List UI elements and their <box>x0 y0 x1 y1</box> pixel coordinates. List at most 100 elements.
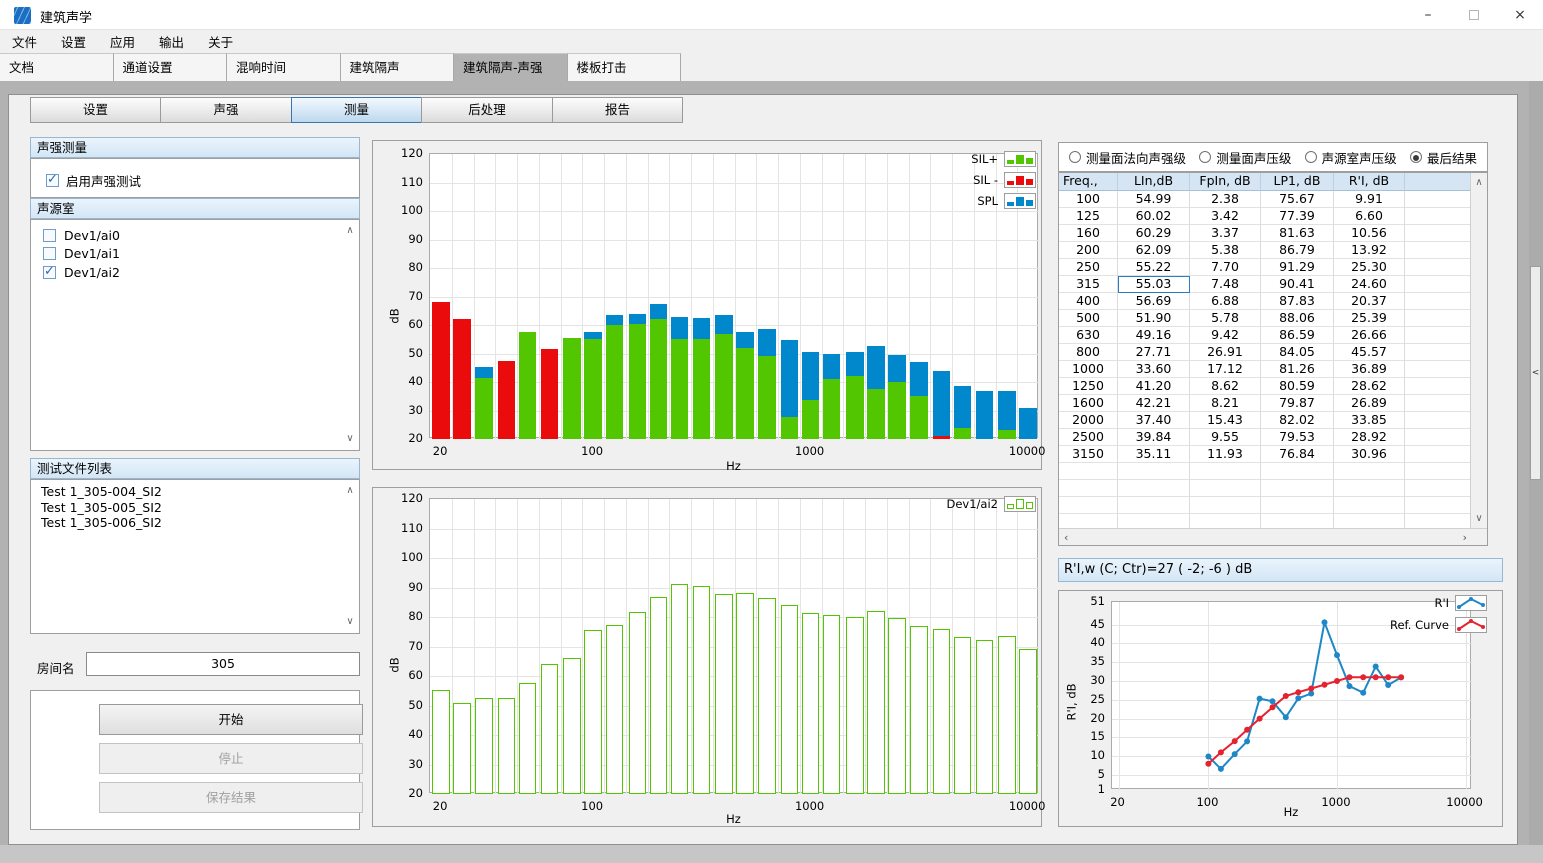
table-cell[interactable]: 13.92 <box>1334 242 1405 259</box>
table-cell[interactable]: 80.59 <box>1261 378 1334 395</box>
table-cell[interactable]: 26.91 <box>1190 344 1261 361</box>
table-cell[interactable]: 9.55 <box>1190 429 1261 446</box>
table-cell[interactable]: 33.85 <box>1334 412 1405 429</box>
result-view-radio[interactable]: 最后结果 <box>1410 148 1477 167</box>
table-cell[interactable]: 24.60 <box>1334 276 1405 293</box>
table-cell[interactable] <box>1118 497 1190 514</box>
table-cell[interactable]: 25.30 <box>1334 259 1405 276</box>
table-cell[interactable]: 200 <box>1059 242 1118 259</box>
table-cell[interactable]: 77.39 <box>1261 208 1334 225</box>
table-cell[interactable]: 54.99 <box>1118 191 1190 208</box>
radio-icon[interactable] <box>1305 151 1317 163</box>
test-file-row[interactable]: Test 1_305-006_SI2 <box>31 515 359 531</box>
tab-building-insulation[interactable]: 建筑隔声 <box>341 53 455 81</box>
table-cell[interactable]: 630 <box>1059 327 1118 344</box>
table-cell[interactable] <box>1405 429 1471 446</box>
table-cell[interactable]: 20.37 <box>1334 293 1405 310</box>
table-cell[interactable] <box>1059 497 1118 514</box>
scroll-down-icon[interactable]: ∨ <box>1472 512 1486 526</box>
table-cell[interactable]: 79.87 <box>1261 395 1334 412</box>
table-cell[interactable] <box>1405 446 1471 463</box>
table-cell[interactable]: 35.11 <box>1118 446 1190 463</box>
table-cell[interactable]: 6.88 <box>1190 293 1261 310</box>
table-row[interactable]: 125041.208.6280.5928.62 <box>1059 378 1471 395</box>
radio-icon[interactable] <box>1199 151 1211 163</box>
table-row[interactable]: 10054.992.3875.679.91 <box>1059 191 1471 208</box>
radio-icon[interactable] <box>1410 151 1422 163</box>
table-cell[interactable]: 10.56 <box>1334 225 1405 242</box>
table-row[interactable]: 160042.218.2179.8726.89 <box>1059 395 1471 412</box>
table-row[interactable]: 31555.037.4890.4124.60 <box>1059 276 1471 293</box>
close-button[interactable]: × <box>1497 0 1543 30</box>
table-cell[interactable] <box>1405 259 1471 276</box>
table-cell[interactable]: 25.39 <box>1334 310 1405 327</box>
legend-series-icon[interactable] <box>1455 617 1487 633</box>
table-row[interactable]: 100033.6017.1281.2636.89 <box>1059 361 1471 378</box>
table-cell[interactable] <box>1405 242 1471 259</box>
tab-floor-impact[interactable]: 楼板打击 <box>568 53 682 81</box>
table-cell[interactable] <box>1405 276 1471 293</box>
device-row[interactable]: Dev1/ai0 <box>31 226 359 245</box>
device-row[interactable]: Dev1/ai1 <box>31 245 359 264</box>
device-row[interactable]: Dev1/ai2 <box>31 263 359 282</box>
radio-icon[interactable] <box>1069 151 1081 163</box>
menu-settings[interactable]: 设置 <box>49 32 98 51</box>
table-cell[interactable]: 1600 <box>1059 395 1118 412</box>
table-cell[interactable] <box>1405 191 1471 208</box>
table-cell[interactable] <box>1405 208 1471 225</box>
legend-series-icon[interactable] <box>1004 193 1036 209</box>
table-cell[interactable]: 11.93 <box>1190 446 1261 463</box>
table-cell[interactable]: 42.21 <box>1118 395 1190 412</box>
table-cell[interactable]: 2500 <box>1059 429 1118 446</box>
scroll-up-icon[interactable]: ∧ <box>1472 176 1486 190</box>
table-cell[interactable]: 800 <box>1059 344 1118 361</box>
table-row[interactable] <box>1059 463 1471 480</box>
table-cell[interactable] <box>1405 463 1471 480</box>
table-cell[interactable] <box>1059 463 1118 480</box>
table-cell[interactable]: 87.83 <box>1261 293 1334 310</box>
table-cell[interactable] <box>1405 344 1471 361</box>
table-cell[interactable] <box>1405 293 1471 310</box>
table-cell[interactable]: 76.84 <box>1261 446 1334 463</box>
scroll-down-icon[interactable]: ∨ <box>343 615 357 629</box>
device-listbox[interactable]: Dev1/ai0Dev1/ai1Dev1/ai2 ∧ ∨ <box>30 219 360 451</box>
menu-output[interactable]: 输出 <box>147 32 196 51</box>
table-cell[interactable]: 5.78 <box>1190 310 1261 327</box>
result-view-radio[interactable]: 测量面法向声强级 <box>1069 148 1186 167</box>
room-name-input[interactable]: 305 <box>86 652 360 676</box>
table-cell[interactable]: 30.96 <box>1334 446 1405 463</box>
test-file-row[interactable]: Test 1_305-004_SI2 <box>31 484 359 500</box>
table-row[interactable]: 12560.023.4277.396.60 <box>1059 208 1471 225</box>
table-cell[interactable]: 100 <box>1059 191 1118 208</box>
table-cell[interactable]: 1000 <box>1059 361 1118 378</box>
table-cell[interactable]: 75.67 <box>1261 191 1334 208</box>
table-row[interactable]: 63049.169.4286.5926.66 <box>1059 327 1471 344</box>
table-row[interactable]: 80027.7126.9184.0545.57 <box>1059 344 1471 361</box>
checkbox-icon[interactable] <box>46 174 59 187</box>
table-cell[interactable] <box>1405 480 1471 497</box>
table-cell[interactable]: 26.89 <box>1334 395 1405 412</box>
save-results-button[interactable]: 保存结果 <box>99 782 363 813</box>
table-cell[interactable]: 6.60 <box>1334 208 1405 225</box>
legend-series-icon[interactable] <box>1455 595 1487 611</box>
table-row[interactable]: 25055.227.7091.2925.30 <box>1059 259 1471 276</box>
device-checkbox[interactable] <box>43 229 56 242</box>
table-cell[interactable]: 62.09 <box>1118 242 1190 259</box>
table-cell[interactable]: 49.16 <box>1118 327 1190 344</box>
table-cell[interactable]: 3.37 <box>1190 225 1261 242</box>
table-cell[interactable] <box>1405 327 1471 344</box>
scroll-right-icon[interactable]: › <box>1463 531 1467 544</box>
table-cell[interactable]: 86.59 <box>1261 327 1334 344</box>
scroll-left-icon[interactable]: ‹ <box>1064 531 1068 544</box>
device-checkbox[interactable] <box>43 266 56 279</box>
table-cell[interactable]: 37.40 <box>1118 412 1190 429</box>
subtab-postprocess[interactable]: 后处理 <box>421 97 553 123</box>
table-cell[interactable] <box>1190 480 1261 497</box>
table-cell[interactable]: 41.20 <box>1118 378 1190 395</box>
table-vertical-scrollbar[interactable]: ∧ ∨ <box>1470 173 1487 529</box>
table-cell[interactable] <box>1261 497 1334 514</box>
stop-button[interactable]: 停止 <box>99 743 363 774</box>
table-cell[interactable]: 8.62 <box>1190 378 1261 395</box>
table-cell[interactable]: 5.38 <box>1190 242 1261 259</box>
tab-building-insulation-intensity[interactable]: 建筑隔声-声强 <box>454 53 568 81</box>
